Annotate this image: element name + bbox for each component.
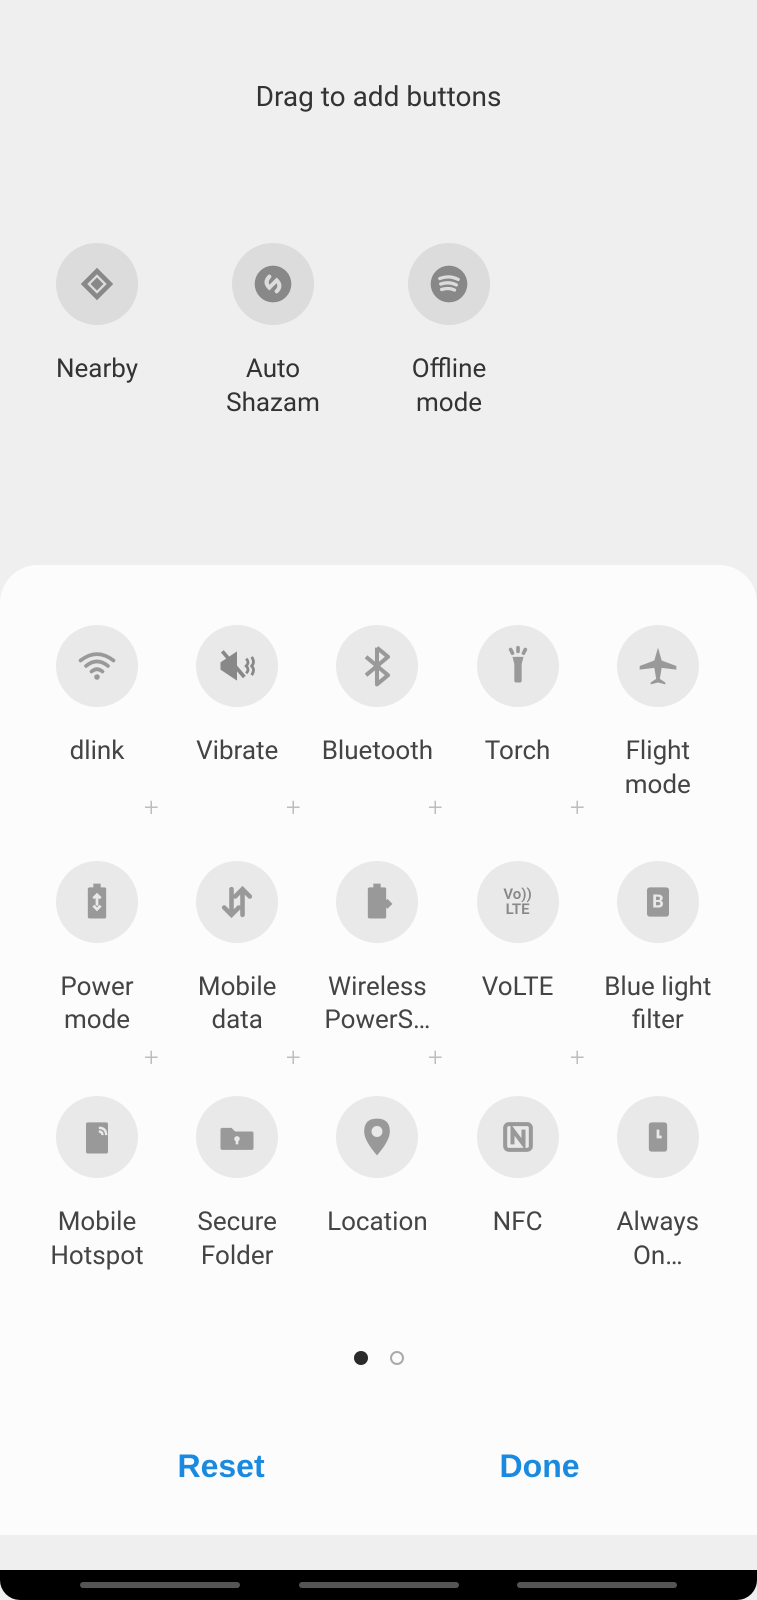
qs-label: Torch xyxy=(485,735,551,769)
done-button[interactable]: Done xyxy=(500,1448,580,1485)
qs-wifi[interactable]: dlink xyxy=(40,625,154,803)
available-buttons-row: Nearby Auto Shazam Offline mode xyxy=(0,243,757,421)
wifi-icon xyxy=(56,625,138,707)
qs-label: Wireless PowerS… xyxy=(324,971,430,1039)
qs-label: NFC xyxy=(493,1206,543,1240)
hotspot-icon xyxy=(56,1096,138,1178)
qs-always-on[interactable]: Always On… xyxy=(601,1096,715,1274)
page-title: Drag to add buttons xyxy=(0,80,757,113)
qs-bluetooth[interactable]: Bluetooth xyxy=(320,625,434,803)
system-nav-bar xyxy=(0,1570,757,1600)
qs-label: Auto Shazam xyxy=(226,353,320,421)
qs-volte[interactable]: Vo))LTE VoLTE xyxy=(461,861,575,1039)
qs-label: Offline mode xyxy=(412,353,487,421)
qs-label: Mobile Hotspot xyxy=(50,1206,143,1274)
qs-location[interactable]: Location xyxy=(320,1096,434,1274)
drop-slot-icon: + xyxy=(144,793,159,823)
data-arrows-icon xyxy=(196,861,278,943)
drop-slot-icon: + xyxy=(570,1043,585,1073)
drop-slot-icon: + xyxy=(428,793,443,823)
qs-label: Location xyxy=(327,1206,428,1240)
spotify-icon xyxy=(408,243,490,325)
secure-folder-icon xyxy=(196,1096,278,1178)
qs-flight-mode[interactable]: Flight mode xyxy=(601,625,715,803)
location-icon xyxy=(336,1096,418,1178)
drop-slot-icon: + xyxy=(144,1043,159,1073)
qs-vibrate[interactable]: Vibrate xyxy=(180,625,294,803)
qs-mobile-hotspot[interactable]: Mobile Hotspot xyxy=(40,1096,154,1274)
drop-slot-icon: + xyxy=(428,1043,443,1073)
qs-label: Power mode xyxy=(60,971,133,1039)
qs-offline-mode[interactable]: Offline mode xyxy=(392,243,506,421)
qs-label: Secure Folder xyxy=(197,1206,277,1274)
qs-label: Blue light filter xyxy=(604,971,711,1039)
qs-power-mode[interactable]: Power mode xyxy=(40,861,154,1039)
airplane-icon xyxy=(617,625,699,707)
nav-back[interactable] xyxy=(517,1582,677,1588)
vibrate-icon xyxy=(196,625,278,707)
page-dot-active[interactable] xyxy=(354,1351,368,1365)
qs-label: Mobile data xyxy=(198,971,277,1039)
page-dot[interactable] xyxy=(390,1351,404,1365)
qs-nearby[interactable]: Nearby xyxy=(40,243,154,421)
reset-button[interactable]: Reset xyxy=(177,1448,264,1485)
qs-label: Vibrate xyxy=(196,735,278,769)
active-panel: dlink Vibrate Bluetooth Torch Flight mod xyxy=(0,565,757,1535)
qs-torch[interactable]: Torch xyxy=(461,625,575,803)
qs-label: Flight mode xyxy=(625,735,691,803)
drop-slot-icon: + xyxy=(286,793,301,823)
volte-icon: Vo))LTE xyxy=(477,861,559,943)
qs-auto-shazam[interactable]: Auto Shazam xyxy=(216,243,330,421)
qs-wireless-powershare[interactable]: Wireless PowerS… xyxy=(320,861,434,1039)
qs-label: dlink xyxy=(70,735,125,769)
battery-recycle-icon xyxy=(56,861,138,943)
pagination-dots xyxy=(0,1351,757,1365)
torch-icon xyxy=(477,625,559,707)
shazam-icon xyxy=(232,243,314,325)
qs-label: VoLTE xyxy=(482,971,554,1005)
bluetooth-icon xyxy=(336,625,418,707)
qs-label: Always On… xyxy=(617,1206,700,1274)
nearby-icon xyxy=(56,243,138,325)
blue-light-icon: B xyxy=(617,861,699,943)
nav-recents[interactable] xyxy=(80,1582,240,1588)
qs-nfc[interactable]: NFC xyxy=(461,1096,575,1274)
qs-secure-folder[interactable]: Secure Folder xyxy=(180,1096,294,1274)
qs-label: Bluetooth xyxy=(322,735,433,769)
drop-slot-icon: + xyxy=(570,793,585,823)
qs-blue-light-filter[interactable]: B Blue light filter xyxy=(601,861,715,1039)
qs-mobile-data[interactable]: Mobile data xyxy=(180,861,294,1039)
nfc-icon xyxy=(477,1096,559,1178)
svg-text:B: B xyxy=(652,891,664,912)
battery-share-icon xyxy=(336,861,418,943)
always-on-icon xyxy=(617,1096,699,1178)
drop-slot-icon: + xyxy=(286,1043,301,1073)
qs-label: Nearby xyxy=(56,353,138,387)
nav-home[interactable] xyxy=(299,1582,459,1588)
